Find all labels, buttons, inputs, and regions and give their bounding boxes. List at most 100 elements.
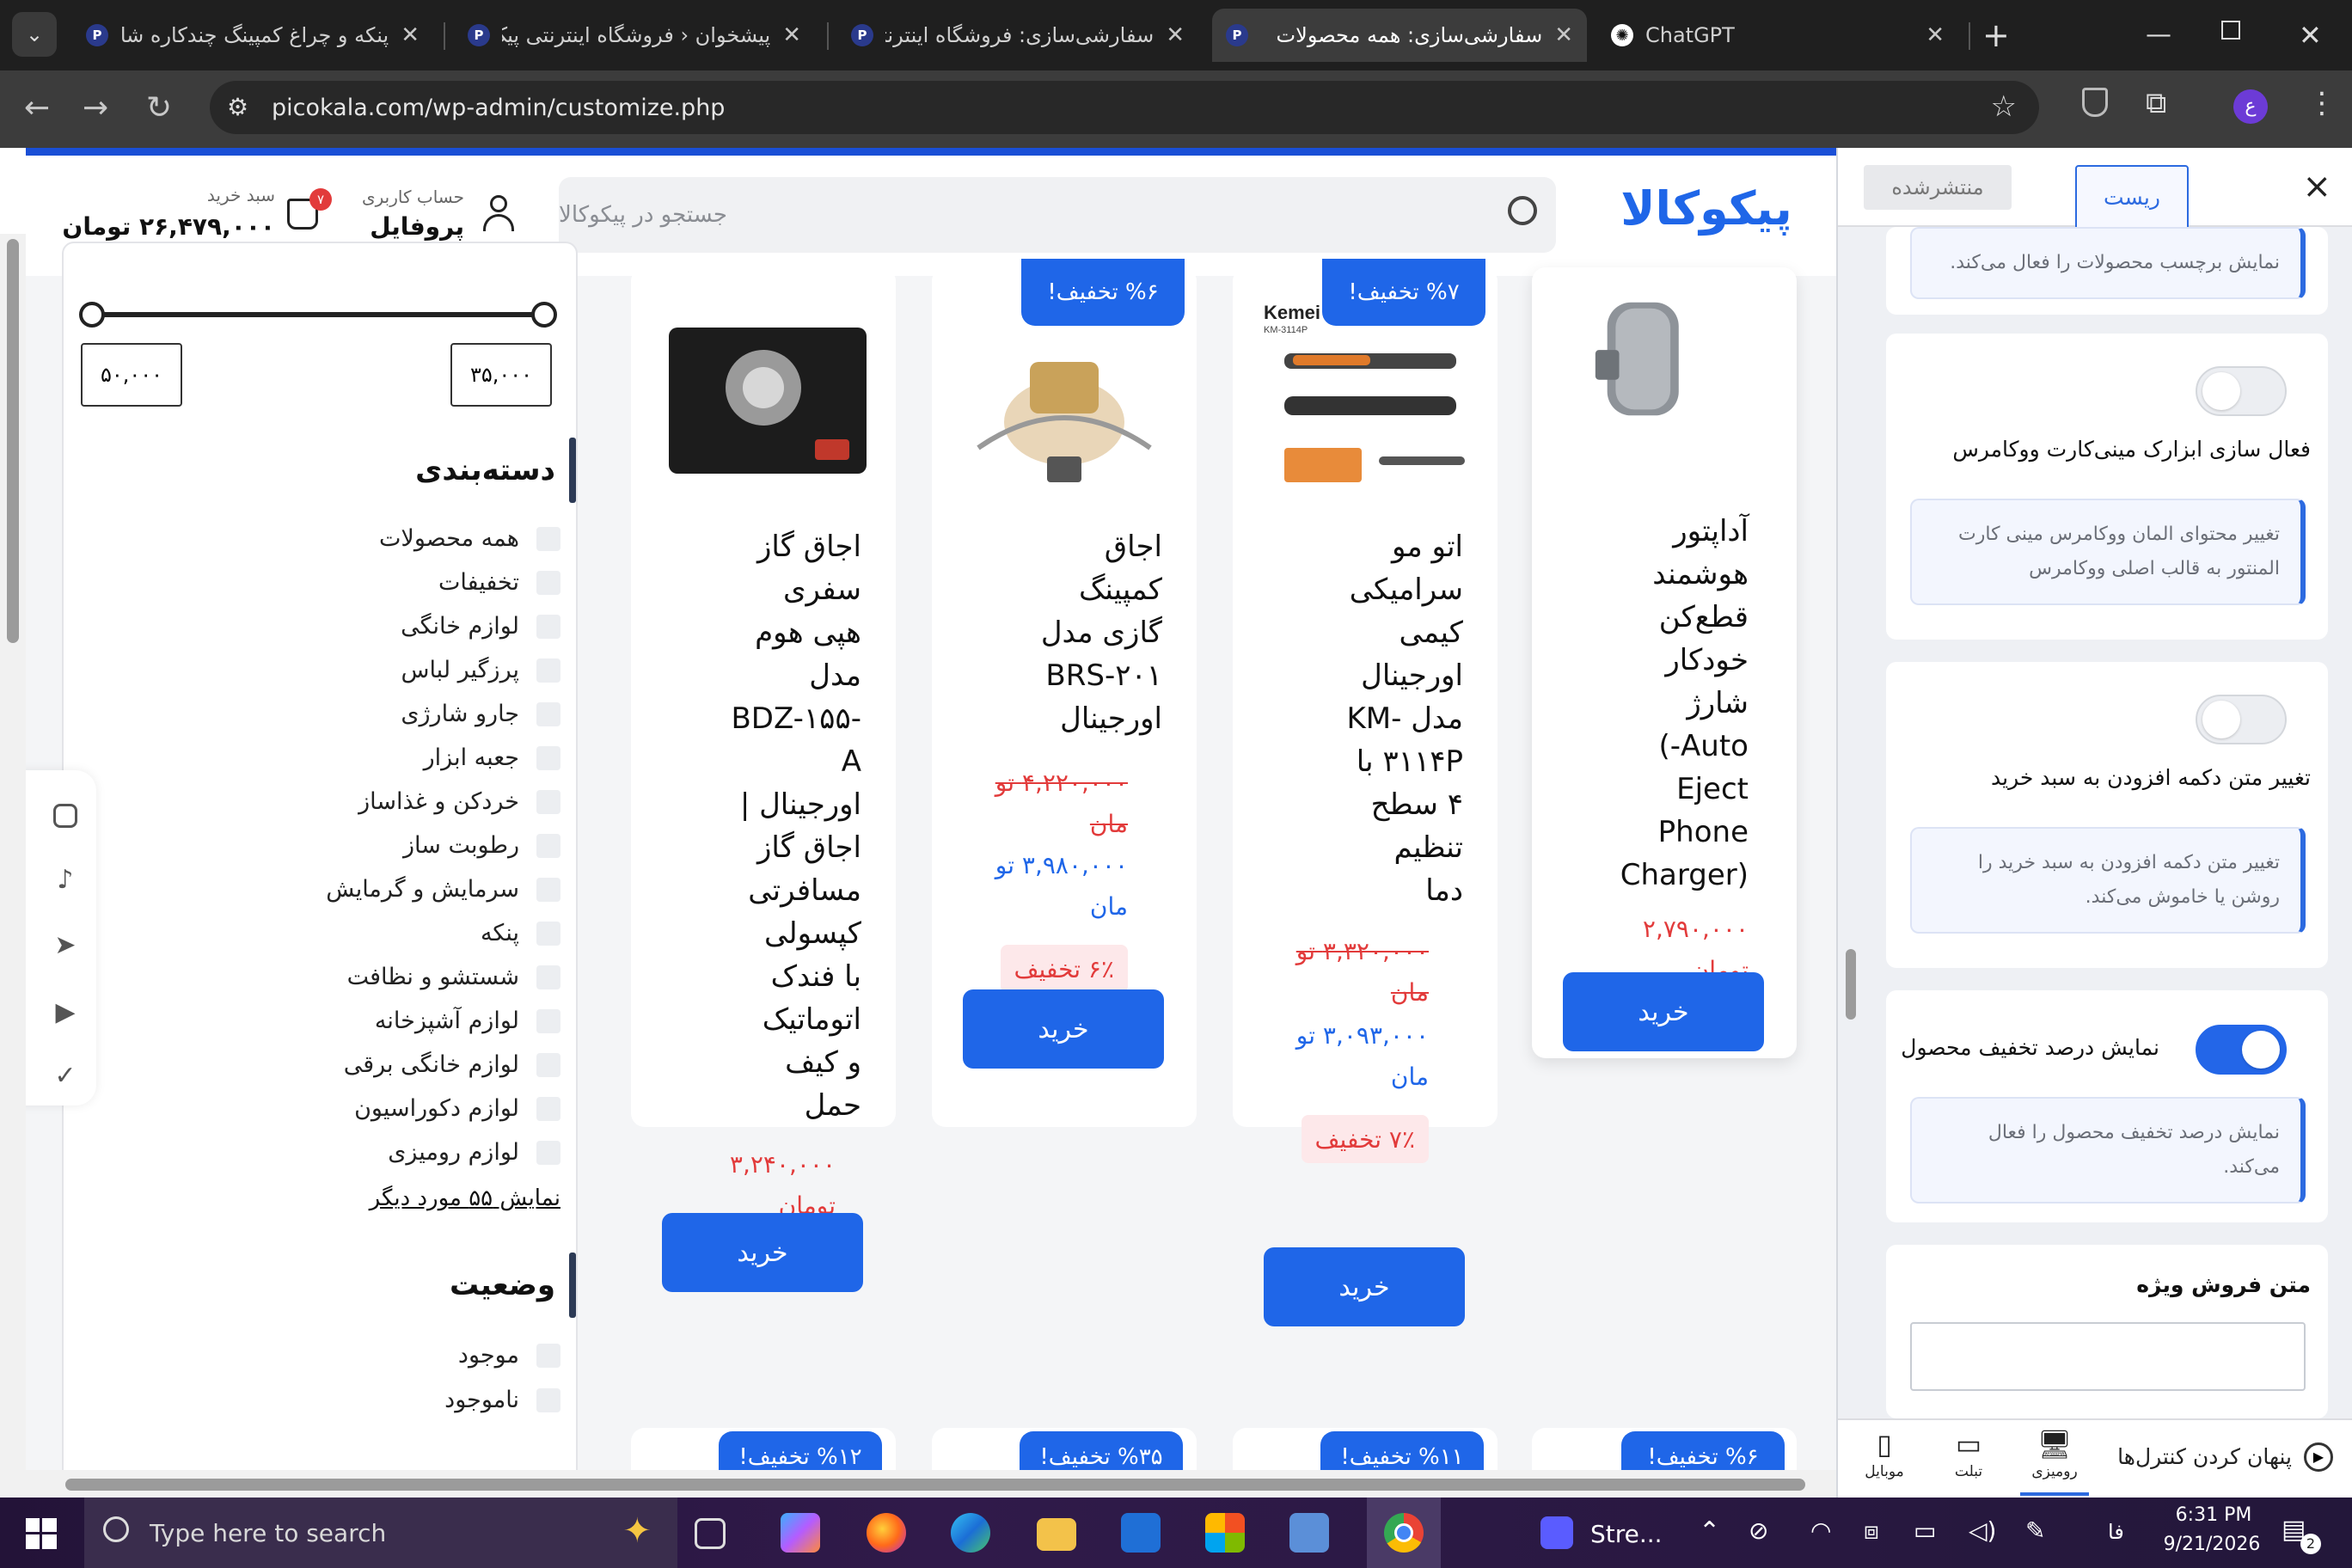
- price-slider-track[interactable]: [91, 312, 547, 317]
- hide-controls-button[interactable]: پنهان کردن کنترل‌ها: [2117, 1444, 2292, 1469]
- volume-icon[interactable]: ◁): [1969, 1516, 1996, 1545]
- pen-icon[interactable]: ✎: [2025, 1516, 2045, 1545]
- price-slider-handle-min[interactable]: [531, 302, 557, 328]
- browser-menu-icon[interactable]: ⋮: [2307, 86, 2337, 120]
- category-checkbox[interactable]: سرمایش و گرمایش: [326, 876, 560, 903]
- price-slider-handle-max[interactable]: [79, 302, 105, 328]
- status-checkbox-in-stock[interactable]: موجود: [458, 1342, 560, 1369]
- file-explorer-icon[interactable]: [1037, 1518, 1076, 1551]
- extensions-puzzle-icon[interactable]: ⧉: [2146, 86, 2166, 120]
- scrollbar-thumb[interactable]: [1846, 949, 1856, 1020]
- tray-icon-2[interactable]: ⧈: [1864, 1516, 1879, 1546]
- account-name[interactable]: پروفایل: [335, 212, 464, 241]
- category-checkbox[interactable]: پرزگیر لباس: [401, 657, 560, 683]
- buy-button[interactable]: خرید: [1563, 972, 1764, 1051]
- windows-start-icon[interactable]: [26, 1518, 57, 1549]
- youtube-icon[interactable]: ▶: [48, 995, 83, 1030]
- address-bar[interactable]: ⚙ picokala.com/wp-admin/customize.php ☆: [210, 81, 2039, 134]
- reset-button[interactable]: ریست: [2075, 165, 2189, 230]
- category-checkbox[interactable]: لوازم خانگی برقی: [344, 1051, 560, 1078]
- verified-shield-icon[interactable]: ✓: [48, 1059, 83, 1093]
- shield-extension-icon[interactable]: [2082, 88, 2108, 117]
- tiktok-icon[interactable]: ♪: [48, 863, 83, 897]
- ms-store-icon[interactable]: [1205, 1513, 1245, 1553]
- show-more-categories-link[interactable]: نمایش ۵۵ مورد دیگر: [370, 1185, 560, 1211]
- category-checkbox[interactable]: خردکن و غذاساز: [358, 788, 560, 815]
- buy-button[interactable]: خرید: [963, 989, 1164, 1069]
- photos-app-icon[interactable]: [1289, 1513, 1329, 1553]
- product-card[interactable]: %۶ تخفیف! اجاق کمپینگ گازی مدل BRS-۲۰۱ اورجی…: [932, 259, 1197, 1127]
- status-checkbox-out-of-stock[interactable]: ناموجود: [444, 1387, 560, 1413]
- close-tab-icon[interactable]: ✕: [1166, 22, 1185, 48]
- close-tab-icon[interactable]: ✕: [401, 22, 420, 48]
- firefox-icon[interactable]: [867, 1513, 906, 1553]
- wifi-icon[interactable]: ◠: [1810, 1516, 1831, 1545]
- minimize-window-icon[interactable]: —: [2146, 15, 2171, 55]
- site-search-input[interactable]: جستجو در پیکوکالا: [559, 177, 1556, 253]
- scrollbar-thumb[interactable]: [7, 239, 19, 643]
- category-checkbox[interactable]: همه محصولات: [379, 525, 560, 552]
- clock-date[interactable]: 9/21/2026: [2156, 1534, 2268, 1555]
- forward-icon[interactable]: →: [83, 89, 108, 127]
- preview-vertical-scrollbar[interactable]: [0, 234, 26, 1470]
- show-hidden-icons-icon[interactable]: ⌃: [1699, 1516, 1720, 1547]
- back-icon[interactable]: ←: [24, 89, 50, 127]
- mini-cart-toggle[interactable]: [2196, 366, 2287, 416]
- category-checkbox[interactable]: پنکه: [481, 920, 560, 946]
- stream-app-label[interactable]: Stre...: [1590, 1520, 1663, 1548]
- taskbar-search-box[interactable]: Type here to search ✦: [84, 1498, 677, 1568]
- scrollbar-thumb[interactable]: [65, 1479, 1805, 1491]
- site-info-icon[interactable]: ⚙: [227, 93, 248, 121]
- price-max-field[interactable]: ۵۰,۰۰۰: [81, 343, 182, 407]
- task-view-icon[interactable]: [695, 1518, 726, 1549]
- stream-app-icon[interactable]: [1540, 1516, 1573, 1549]
- discount-percent-toggle[interactable]: [2196, 1025, 2287, 1075]
- restore-window-icon[interactable]: [2221, 21, 2240, 40]
- search-icon[interactable]: [1508, 196, 1537, 225]
- close-window-icon[interactable]: ✕: [2299, 15, 2322, 55]
- outlook-icon[interactable]: [1121, 1513, 1161, 1553]
- category-checkbox[interactable]: رطوبت ساز: [403, 832, 560, 859]
- tab-5[interactable]: ✺ ChatGPT ✕: [1597, 9, 1958, 62]
- bookmark-star-icon[interactable]: ☆: [1991, 89, 2017, 124]
- product-title[interactable]: اجاق گاز سفری هپی هوم مدل -BDZ-۱۵۵ A اورجینال …: [689, 525, 861, 1127]
- category-checkbox[interactable]: جارو شارژی: [401, 701, 560, 727]
- price-min-field[interactable]: ۳۵,۰۰۰: [450, 343, 552, 407]
- category-checkbox[interactable]: شستشو و نظافت: [347, 964, 560, 990]
- hide-controls-icon[interactable]: ▶: [2304, 1442, 2333, 1472]
- category-checkbox[interactable]: تخفیفات: [438, 569, 560, 596]
- buy-button[interactable]: خرید: [662, 1213, 863, 1292]
- account-user-icon[interactable]: [481, 195, 516, 233]
- device-mobile-button[interactable]: ▯ موبایل: [1850, 1425, 1919, 1496]
- close-tab-icon[interactable]: ✕: [1926, 22, 1945, 48]
- category-checkbox[interactable]: لوازم رومیزی: [388, 1139, 560, 1166]
- close-customizer-icon[interactable]: ×: [2302, 167, 2331, 206]
- category-checkbox[interactable]: جعبه ابزار: [424, 744, 560, 771]
- device-desktop-button[interactable]: 🖥 رومیزی: [2020, 1425, 2089, 1496]
- profile-avatar[interactable]: ع: [2233, 89, 2268, 124]
- tab-2[interactable]: P پیشخوان ‹ فروشگاه اینترنتی پیک ✕: [454, 9, 815, 62]
- tab-3[interactable]: P سفارشی‌سازی: فروشگاه اینترنتی ✕: [837, 9, 1198, 62]
- new-tab-icon[interactable]: +: [1982, 15, 2010, 55]
- close-tab-icon[interactable]: ✕: [1554, 22, 1573, 48]
- category-checkbox[interactable]: لوازم آشپزخانه: [375, 1008, 560, 1034]
- tray-icon-1[interactable]: ⊘: [1749, 1516, 1768, 1545]
- panel-scrollbar[interactable]: [1841, 227, 1859, 1418]
- chrome-taskbar-button[interactable]: [1367, 1498, 1441, 1568]
- site-logo[interactable]: پیکوکالا: [1599, 181, 1814, 236]
- device-tablet-button[interactable]: ▭ تبلت: [1934, 1425, 2003, 1496]
- reload-icon[interactable]: ↻: [146, 89, 172, 127]
- product-card[interactable]: اجاق گاز سفری هپی هوم مدل -BDZ-۱۵۵ A اورجینال …: [631, 267, 896, 1292]
- input-language[interactable]: فا: [2108, 1520, 2124, 1544]
- product-title[interactable]: اجاق کمپینگ گازی مدل BRS-۲۰۱ اورجینال: [990, 525, 1162, 740]
- clock-time[interactable]: 6:31 PM: [2166, 1504, 2261, 1526]
- edge-icon[interactable]: [951, 1513, 990, 1553]
- copilot-app-icon[interactable]: [781, 1513, 820, 1553]
- buy-button[interactable]: خرید: [1264, 1247, 1465, 1326]
- close-tab-icon[interactable]: ✕: [782, 22, 801, 48]
- tab-4-active[interactable]: P سفارشی‌سازی: همه محصولات ✕: [1212, 9, 1587, 62]
- add-to-cart-text-toggle[interactable]: [2196, 695, 2287, 744]
- tab-search-button[interactable]: ⌄: [12, 12, 57, 57]
- battery-icon[interactable]: ▭: [1914, 1516, 1936, 1545]
- telegram-icon[interactable]: ➤: [48, 928, 83, 963]
